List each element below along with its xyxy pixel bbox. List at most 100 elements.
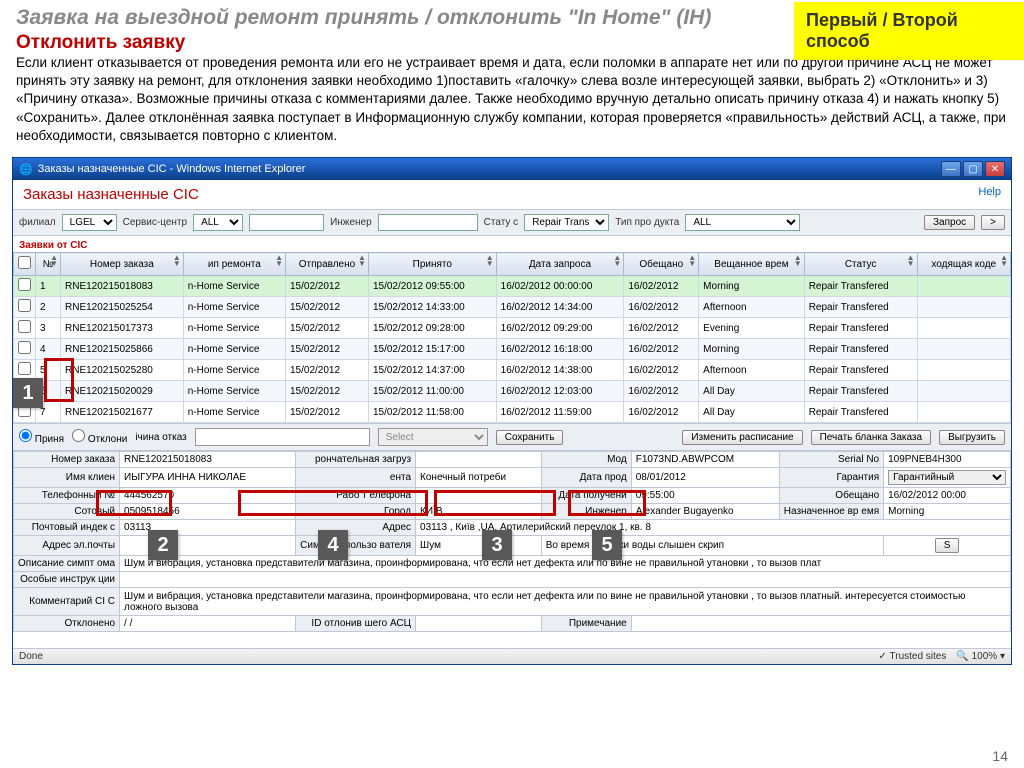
ie-icon: 🌐: [19, 163, 33, 176]
ie-titlebar: 🌐 Заказы назначенные CIC - Windows Inter…: [13, 158, 1011, 180]
user-symptom-value: Шум: [416, 536, 542, 556]
filial-select[interactable]: LGEL: [62, 214, 117, 231]
request-button[interactable]: Запрос: [924, 215, 975, 230]
minimize-button[interactable]: —: [941, 161, 961, 177]
col-order[interactable]: Номер заказа▲▼: [61, 253, 184, 276]
row-checkbox[interactable]: [18, 341, 31, 354]
status-done: Done: [19, 651, 43, 662]
table-row[interactable]: 5RNE120215025280n-Home Service15/02/2012…: [14, 360, 1011, 381]
col-type[interactable]: ип ремонта▲▼: [183, 253, 285, 276]
product-label: Тип про дукта: [615, 217, 679, 228]
engineer-input[interactable]: [378, 214, 478, 231]
row-checkbox[interactable]: [18, 320, 31, 333]
col-promtime[interactable]: Вещанное врем▲▼: [699, 253, 805, 276]
reason-input[interactable]: [195, 428, 370, 446]
reject-radio-label[interactable]: Отклони: [72, 429, 127, 445]
reason-select[interactable]: Select: [378, 428, 488, 446]
reject-id-label: ID отлонив шего АСЦ: [296, 616, 416, 632]
col-sent[interactable]: Отправлено▲▼: [286, 253, 369, 276]
col-status[interactable]: Статус▲▼: [804, 253, 917, 276]
repair-type-value: Конечный потреби: [416, 468, 542, 488]
warranty-select[interactable]: Гарантийный: [888, 470, 1006, 485]
page-header: Заказы назначенные CIC Help: [13, 180, 1011, 209]
cic-label: Заявки от CIC: [13, 236, 1011, 252]
product-select[interactable]: ALL: [685, 214, 800, 231]
serial-label: Serial No: [779, 452, 883, 468]
symptom-desc-value: Шум и вибрация, установка представители …: [120, 556, 1011, 572]
prom-time-label: Назначенное вр емя: [779, 504, 883, 520]
mobile-label: Сотовый: [14, 504, 120, 520]
address-label: Адрес: [296, 520, 416, 536]
rejected-label: Отклонено: [14, 616, 120, 632]
order-no-value: RNE120215018083: [120, 452, 296, 468]
print-button[interactable]: Печать бланка Заказа: [811, 430, 931, 445]
export-button[interactable]: Выгрузить: [939, 430, 1005, 445]
user-symptom-label: Симптом пользо вателя: [296, 536, 416, 556]
model-value: F1073ND.ABWPCOM: [631, 452, 779, 468]
filial-label: филиал: [19, 217, 56, 228]
city-value: КИЇВ: [416, 504, 542, 520]
maximize-button[interactable]: ▢: [963, 161, 983, 177]
s-button[interactable]: S: [935, 538, 960, 553]
select-all-checkbox[interactable]: [18, 256, 31, 269]
promised-label: Обещано: [779, 488, 883, 504]
page-number: 14: [992, 748, 1008, 764]
window-title: Заказы назначенные CIC - Windows Interne…: [38, 163, 306, 175]
cic-comment-label: Комментарий CI C: [14, 588, 120, 616]
filter-bar: филиал LGEL Сервис-центр ALL Инженер Ста…: [13, 209, 1011, 236]
callout-2: 2: [148, 530, 178, 560]
mobile-value: 0509518456: [120, 504, 296, 520]
sale-date-label: Дата прод: [541, 468, 631, 488]
sale-date-value: 08/01/2012: [631, 468, 779, 488]
row-checkbox[interactable]: [18, 362, 31, 375]
close-button[interactable]: ✕: [985, 161, 1005, 177]
note-label: Примечание: [541, 616, 631, 632]
reject-radio[interactable]: [72, 429, 85, 442]
rejected-value: / /: [120, 616, 296, 632]
accept-radio-label[interactable]: Приня: [19, 429, 64, 445]
repair-type-label: ента: [296, 468, 416, 488]
receive-date-value: 09:55:00: [631, 488, 779, 504]
table-row[interactable]: 3RNE120215017373n-Home Service15/02/2012…: [14, 318, 1011, 339]
table-row[interactable]: 2RNE120215025254n-Home Service15/02/2012…: [14, 297, 1011, 318]
slide-title: Заявка на выездной ремонт принять / откл…: [16, 6, 711, 30]
callout-4: 4: [318, 530, 348, 560]
client-name-value: ИЫГУРА ИННА НИКОЛАЕ: [120, 468, 296, 488]
save-button[interactable]: Сохранить: [496, 430, 564, 445]
status-select[interactable]: Repair Transf: [524, 214, 609, 231]
table-row[interactable]: 1RNE120215018083n-Home Service15/02/2012…: [14, 276, 1011, 297]
reason-label: ічина отказ: [135, 432, 186, 443]
table-row[interactable]: 7RNE120215021677n-Home Service15/02/2012…: [14, 402, 1011, 423]
col-num[interactable]: №▲▼: [36, 253, 61, 276]
col-reqdate[interactable]: Дата запроса▲▼: [496, 253, 624, 276]
ie-statusbar: Done ✓ Trusted sites 🔍 100% ▾: [13, 648, 1011, 664]
table-row[interactable]: 6RNE120215020029n-Home Service15/02/2012…: [14, 381, 1011, 402]
model-label: Мод: [541, 452, 631, 468]
col-promised[interactable]: Обещано▲▼: [624, 253, 699, 276]
engineer-label: Инженер: [330, 217, 372, 228]
table-row[interactable]: 4RNE120215025866n-Home Service15/02/2012…: [14, 339, 1011, 360]
final-label: рончательная загруз: [296, 452, 416, 468]
order-table: №▲▼ Номер заказа▲▼ ип ремонта▲▼ Отправле…: [13, 252, 1011, 423]
zoom-level[interactable]: 🔍 100% ▾: [956, 651, 1005, 662]
page-title: Заказы назначенные CIC: [23, 186, 199, 203]
arrow-button[interactable]: >: [981, 215, 1005, 230]
help-link[interactable]: Help: [978, 186, 1001, 203]
promised-value: 16/02/2012 00:00: [884, 488, 1011, 504]
callout-5: 5: [592, 530, 622, 560]
receive-date-label: Дата получени: [541, 488, 631, 504]
engineer-value: Alexander Bugayenko: [631, 504, 779, 520]
service-input[interactable]: [249, 214, 324, 231]
engineer-label: Инженер: [541, 504, 631, 520]
callout-1: 1: [13, 378, 43, 408]
row-checkbox[interactable]: [18, 278, 31, 291]
col-code[interactable]: ходящая коде▲▼: [917, 253, 1010, 276]
schedule-button[interactable]: Изменить расписание: [682, 430, 802, 445]
ie-window: 🌐 Заказы назначенные CIC - Windows Inter…: [12, 157, 1012, 665]
accept-radio[interactable]: [19, 429, 32, 442]
serial-value: 109PNEB4H300: [884, 452, 1011, 468]
action-bar: Приня Отклони ічина отказ Select Сохрани…: [13, 423, 1011, 451]
service-select[interactable]: ALL: [193, 214, 243, 231]
col-accepted[interactable]: Принято▲▼: [368, 253, 496, 276]
row-checkbox[interactable]: [18, 299, 31, 312]
